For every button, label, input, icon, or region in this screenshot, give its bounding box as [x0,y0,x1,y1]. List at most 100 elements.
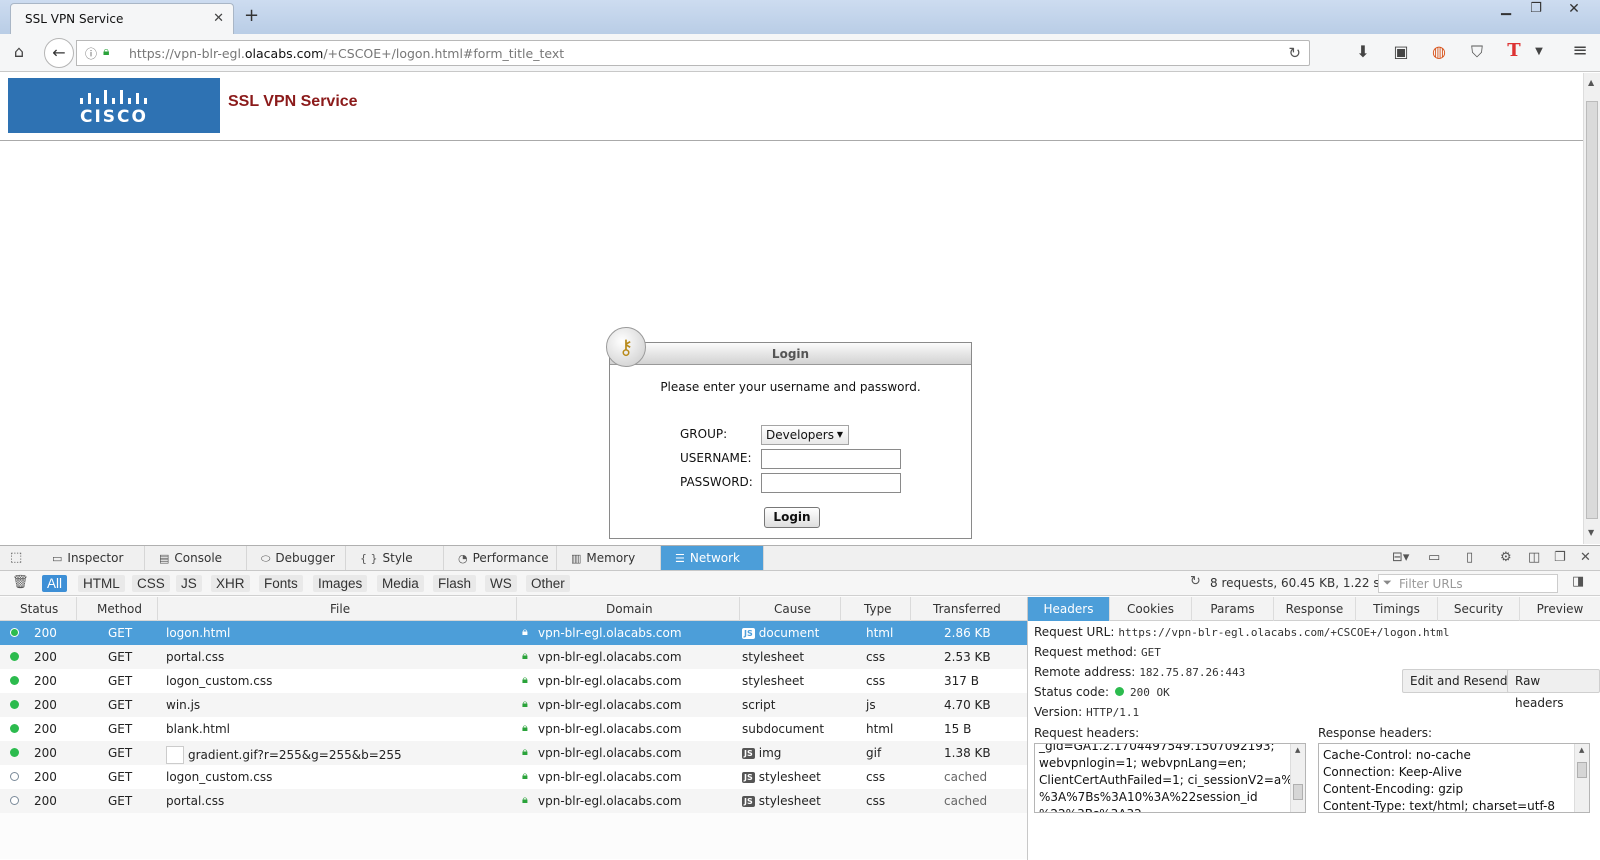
request-row[interactable]: 200 GET portal.css 🔒︎ vpn-blr-egl.olacabs.co… [0,645,1027,669]
toggle-details-icon[interactable]: ◨ [1572,574,1584,589]
filter-html[interactable]: HTML [78,575,125,592]
column-transferred[interactable]: Transferred [933,602,1001,616]
password-field[interactable] [761,473,901,493]
tab-performance[interactable]: ◔ Performance [444,546,557,570]
filter-all[interactable]: All [42,575,68,592]
column-divider[interactable] [516,597,517,621]
info-icon[interactable]: ⓘ [85,45,97,62]
chevron-down-icon[interactable]: ▼ [1528,46,1550,57]
request-cause-text: stylesheet [758,770,821,784]
request-row[interactable]: 200 GET gradient.gif?r=255&g=255&b=255 🔒︎ vp… [0,741,1027,765]
tab-style-editor[interactable]: { }Style Editor [346,546,444,590]
tab-response[interactable]: Response [1274,597,1356,621]
element-picker-icon[interactable]: ⬚ [10,550,22,565]
responsive-mode-icon[interactable]: ▯ [1466,550,1473,565]
reload-timer-icon[interactable]: ↻ [1190,574,1201,589]
column-file[interactable]: File [330,602,350,616]
settings-gear-icon[interactable]: ⚙ [1500,550,1512,565]
tab-preview[interactable]: Preview [1520,597,1600,621]
request-row[interactable]: 200 GET win.js 🔒︎ vpn-blr-egl.olacabs.com scr… [0,693,1027,717]
tab-headers[interactable]: Headers [1028,597,1110,621]
page-scrollbar[interactable]: ▲ ▼ [1583,73,1600,544]
filter-media[interactable]: Media [377,575,424,592]
home-icon[interactable]: ⌂ [8,42,30,61]
tab-timings[interactable]: Timings [1356,597,1438,621]
filter-ws[interactable]: WS [485,575,517,592]
request-row[interactable]: 200 GET logon_custom.css 🔒︎ vpn-blr-egl.olac… [0,765,1027,789]
new-tab-icon[interactable]: + [244,5,259,26]
header-line: Content-Type: text/html; charset=utf-8 [1323,799,1556,813]
column-method[interactable]: Method [97,602,142,616]
column-divider[interactable] [910,597,911,621]
request-headers-box[interactable]: _gid=GA1.2.1704497549.1507092193; webvpnl… [1034,743,1306,813]
back-button[interactable]: ← [44,38,74,68]
request-row[interactable]: 200 GET logon.html 🔒︎ vpn-blr-egl.olacabs.co… [0,621,1027,645]
pocket-icon[interactable]: ⛉ [1466,42,1488,62]
extension-icon[interactable]: ◍ [1428,42,1450,61]
scrollbar-thumb[interactable] [1586,101,1598,519]
tab-inspector[interactable]: ▭ Inspector [38,546,145,570]
column-divider[interactable] [157,597,158,621]
username-field[interactable] [761,449,901,469]
column-cause[interactable]: Cause [774,602,811,616]
trash-icon[interactable]: 🗑︎ [12,575,29,590]
dock-layout-icon[interactable]: ⊟▾ [1392,550,1409,565]
scroll-down-icon[interactable]: ▼ [1588,528,1594,537]
request-type: html [866,626,894,640]
column-type[interactable]: Type [864,602,892,616]
tab-network[interactable]: ☰ Network [661,546,764,570]
scroll-up-icon[interactable]: ▲ [1588,78,1594,87]
browser-tab[interactable]: SSL VPN Service ✕ [10,3,234,34]
tab-security[interactable]: Security [1438,597,1520,621]
request-cause: JS document [742,626,819,640]
url-text[interactable]: https://vpn-blr-egl.olacabs.com/+CSCOE+/… [129,46,564,61]
column-divider[interactable] [739,597,740,621]
column-divider[interactable] [76,597,77,621]
dock-side-icon[interactable]: ◫ [1528,550,1540,565]
status-dot [10,772,19,781]
tab-memory[interactable]: ▥ Memory [557,546,661,570]
maximize-icon[interactable]: ❐ [1522,1,1550,19]
login-button[interactable]: Login [764,507,820,528]
scrollbar-thumb[interactable] [1577,762,1587,778]
reload-icon[interactable]: ↻ [1288,44,1301,62]
response-headers-box[interactable]: Cache-Control: no-cache Connection: Keep-… [1318,743,1590,813]
request-row[interactable]: 200 GET portal.css 🔒︎ vpn-blr-egl.olacabs.co… [0,789,1027,813]
filter-flash[interactable]: Flash [433,575,477,592]
tab-debugger[interactable]: ⬭ Debugger [247,546,346,570]
url-bar[interactable]: ⓘ 🔒︎ https://vpn-blr-egl.olacabs.com/+CS… [76,40,1310,66]
split-console-icon[interactable]: ▭ [1428,550,1440,565]
minimize-icon[interactable]: ▁ [1492,1,1520,19]
column-status[interactable]: Status [20,602,58,616]
request-row[interactable]: 200 GET logon_custom.css 🔒︎ vpn-blr-egl.olac… [0,669,1027,693]
tab-params[interactable]: Params [1192,597,1274,621]
filter-css[interactable]: CSS [132,575,170,592]
request-row[interactable]: 200 GET blank.html 🔒︎ vpn-blr-egl.olacabs.co… [0,717,1027,741]
download-icon[interactable]: ⬇ [1352,42,1374,61]
scroll-up-icon[interactable]: ▲ [1295,746,1300,754]
library-icon[interactable]: ▣ [1390,42,1412,61]
scrollbar-thumb[interactable] [1293,784,1303,800]
group-select[interactable]: Developers ▼ [761,425,849,445]
close-icon[interactable]: ✕ [1580,550,1591,565]
tab-console[interactable]: ▤ Console [145,546,247,570]
translate-t-icon[interactable]: T [1503,40,1525,61]
scroll-up-icon[interactable]: ▲ [1579,746,1584,754]
filter-js[interactable]: JS [176,575,202,592]
raw-headers-button[interactable]: Raw headers [1507,669,1600,710]
column-divider[interactable] [840,597,841,621]
tab-cookies[interactable]: Cookies [1110,597,1192,621]
window-close-icon[interactable]: ✕ [1560,1,1588,19]
request-headers-scrollbar[interactable]: ▲ [1290,744,1305,812]
filter-xhr[interactable]: XHR [211,575,250,592]
column-domain[interactable]: Domain [606,602,653,616]
filter-urls-input[interactable]: ⏷ Filter URLs [1378,574,1558,593]
separate-window-icon[interactable]: ❐ [1554,550,1566,565]
filter-fonts[interactable]: Fonts [259,575,303,592]
response-headers-scrollbar[interactable]: ▲ [1574,744,1589,812]
filter-images[interactable]: Images [313,575,368,592]
hamburger-menu-icon[interactable]: ≡ [1569,40,1591,61]
edit-and-resend-button[interactable]: Edit and Resend [1402,669,1516,693]
filter-other[interactable]: Other [526,575,570,592]
tab-close-icon[interactable]: ✕ [213,11,224,26]
